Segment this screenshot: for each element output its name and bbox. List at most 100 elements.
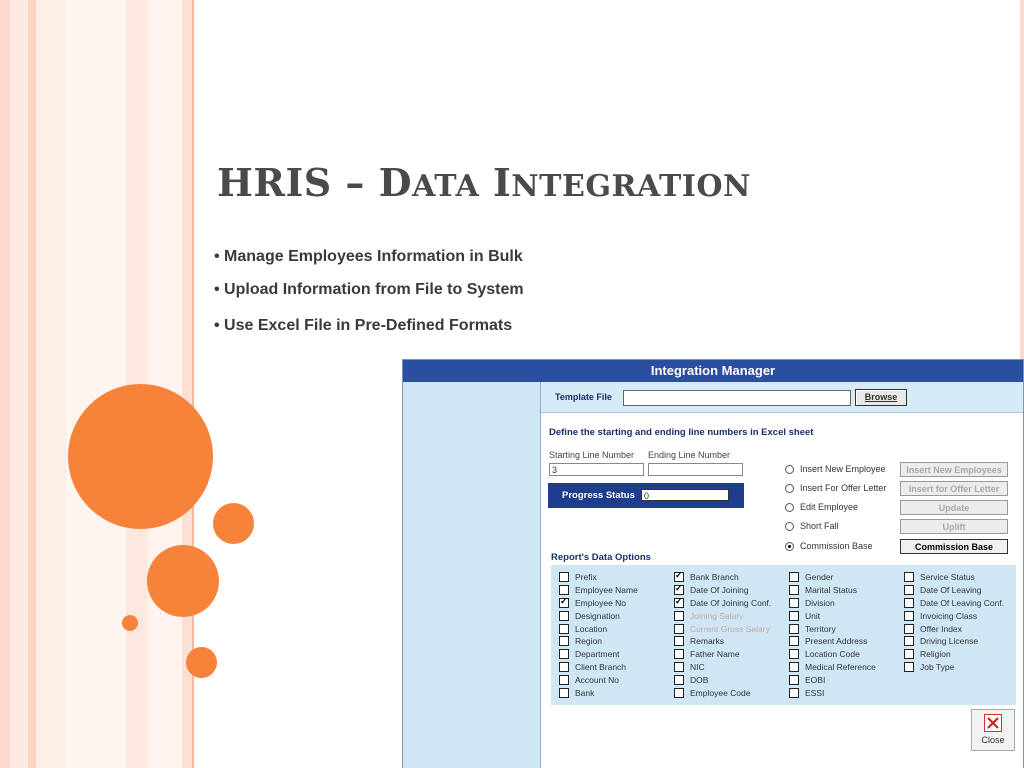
option-checkbox-row[interactable]: Division	[789, 597, 876, 610]
checkbox[interactable]	[559, 623, 569, 634]
checkbox[interactable]	[789, 636, 799, 647]
checkbox[interactable]	[674, 649, 684, 660]
option-checkbox-row[interactable]: Bank Branch	[674, 570, 771, 584]
template-file-input[interactable]	[623, 390, 851, 406]
option-checkbox-row[interactable]: Employee Code	[674, 686, 771, 699]
ending-line-input[interactable]	[648, 463, 743, 476]
option-checkbox-row[interactable]: Account No	[559, 673, 638, 686]
option-checkbox-row[interactable]: DOB	[674, 673, 771, 686]
commission-base-button[interactable]: Commission Base	[900, 539, 1008, 554]
checkbox[interactable]	[789, 661, 799, 672]
option-checkbox-row[interactable]: ESSI	[789, 686, 876, 699]
checkbox[interactable]	[904, 623, 914, 634]
checkbox[interactable]	[674, 636, 684, 647]
option-checkbox-row[interactable]: Marital Status	[789, 584, 876, 597]
option-checkbox-row[interactable]: Department	[559, 648, 638, 661]
option-checkbox-row[interactable]: Remarks	[674, 635, 771, 648]
option-checkbox-row[interactable]: Bank	[559, 686, 638, 699]
option-checkbox-row[interactable]: Date Of Joining Conf.	[674, 596, 771, 610]
update-button[interactable]: Update	[900, 500, 1008, 515]
checkbox[interactable]	[674, 583, 684, 596]
radio-indicator[interactable]	[785, 483, 794, 493]
option-checkbox-row[interactable]: Region	[559, 635, 638, 648]
checkbox[interactable]	[559, 636, 569, 647]
checkbox[interactable]	[789, 649, 799, 660]
decorative-stripe	[36, 0, 66, 768]
window-title: Integration Manager	[403, 360, 1023, 382]
radio-edit-employee[interactable]: Edit Employee	[785, 502, 858, 512]
insert-new-employees-button[interactable]: Insert New Employees	[900, 462, 1008, 477]
uplift-button[interactable]: Uplift	[900, 519, 1008, 534]
checkbox[interactable]	[789, 674, 799, 685]
option-checkbox-row[interactable]: Service Status	[904, 571, 1004, 584]
option-checkbox-row[interactable]: Location	[559, 622, 638, 635]
checkbox[interactable]	[559, 585, 569, 596]
option-checkbox-row[interactable]: Medical Reference	[789, 661, 876, 674]
checkbox[interactable]	[789, 572, 799, 583]
option-checkbox-row[interactable]: Joining Salary	[674, 609, 771, 622]
checkbox[interactable]	[559, 572, 569, 583]
checkbox[interactable]	[674, 674, 684, 685]
decorative-circle	[122, 615, 138, 631]
option-checkbox-row[interactable]: Client Branch	[559, 661, 638, 674]
checkbox[interactable]	[559, 596, 569, 608]
radio-indicator[interactable]	[785, 541, 794, 551]
option-checkbox-row[interactable]: Driving License	[904, 635, 1004, 648]
close-button[interactable]: Close	[971, 709, 1015, 751]
checkbox[interactable]	[904, 610, 914, 621]
checkbox[interactable]	[674, 661, 684, 672]
starting-line-input[interactable]: 3	[549, 463, 644, 476]
checkbox[interactable]	[789, 623, 799, 634]
option-checkbox-row[interactable]: Date Of Joining	[674, 583, 771, 597]
option-checkbox-row[interactable]: NIC	[674, 661, 771, 674]
option-checkbox-row[interactable]: Prefix	[559, 571, 638, 584]
radio-indicator[interactable]	[785, 502, 794, 512]
browse-button[interactable]: Browse	[855, 389, 907, 406]
checkbox[interactable]	[559, 661, 569, 672]
checkbox[interactable]	[904, 636, 914, 647]
option-checkbox-row[interactable]: Date Of Leaving	[904, 584, 1004, 597]
checkbox[interactable]	[789, 597, 799, 608]
radio-short-fall[interactable]: Short Fall	[785, 521, 839, 531]
radio-indicator[interactable]	[785, 464, 794, 474]
checkbox[interactable]	[904, 572, 914, 583]
option-checkbox-row[interactable]: Invoicing Class	[904, 609, 1004, 622]
option-checkbox-row[interactable]: Location Code	[789, 648, 876, 661]
option-checkbox-row[interactable]: Job Type	[904, 661, 1004, 674]
option-checkbox-row[interactable]: Father Name	[674, 648, 771, 661]
option-checkbox-row[interactable]: Date Of Leaving Conf.	[904, 597, 1004, 610]
option-checkbox-row[interactable]: Current Gross Salary	[674, 622, 771, 635]
radio-insert-new-employee[interactable]: Insert New Employee	[785, 464, 886, 474]
checkbox[interactable]	[789, 610, 799, 621]
option-checkbox-row[interactable]: Territory	[789, 622, 876, 635]
option-checkbox-row[interactable]: Present Address	[789, 635, 876, 648]
checkbox[interactable]	[904, 597, 914, 608]
checkbox[interactable]	[789, 687, 799, 698]
checkbox[interactable]	[904, 649, 914, 660]
checkbox[interactable]	[904, 661, 914, 672]
radio-indicator[interactable]	[785, 521, 794, 531]
checkbox[interactable]	[904, 585, 914, 596]
radio-commission-base[interactable]: Commission Base	[785, 541, 873, 551]
option-checkbox-row[interactable]: EOBI	[789, 673, 876, 686]
checkbox[interactable]	[674, 596, 684, 608]
option-checkbox-row[interactable]: Employee Name	[559, 584, 638, 597]
checkbox[interactable]	[674, 610, 684, 621]
checkbox[interactable]	[559, 610, 569, 621]
option-checkbox-row[interactable]: Religion	[904, 648, 1004, 661]
checkbox[interactable]	[559, 687, 569, 698]
checkbox[interactable]	[559, 649, 569, 660]
radio-insert-offer-letter[interactable]: Insert For Offer Letter	[785, 483, 886, 493]
option-label: Offer Index	[920, 623, 962, 634]
option-checkbox-row[interactable]: Gender	[789, 571, 876, 584]
checkbox[interactable]	[674, 570, 684, 583]
checkbox[interactable]	[674, 687, 684, 698]
option-checkbox-row[interactable]: Employee No	[559, 596, 638, 610]
option-checkbox-row[interactable]: Unit	[789, 609, 876, 622]
option-checkbox-row[interactable]: Offer Index	[904, 622, 1004, 635]
option-checkbox-row[interactable]: Designation	[559, 609, 638, 622]
checkbox[interactable]	[674, 623, 684, 634]
insert-offer-letter-button[interactable]: Insert for Offer Letter	[900, 481, 1008, 496]
checkbox[interactable]	[789, 585, 799, 596]
checkbox[interactable]	[559, 674, 569, 685]
